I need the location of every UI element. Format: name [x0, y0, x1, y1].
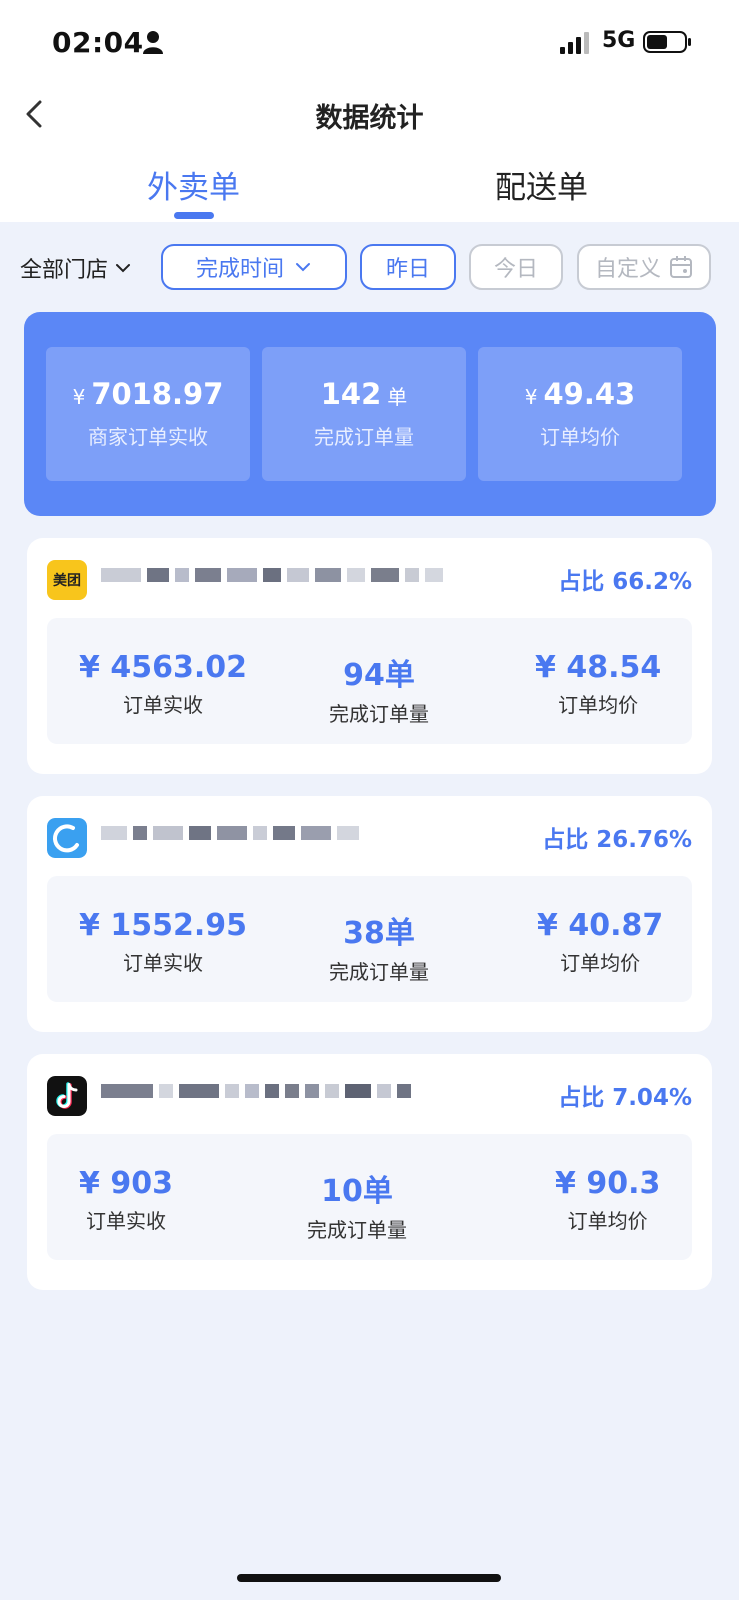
status-bar: 02:04 5G	[0, 0, 739, 84]
summary-avg: ¥49.43 订单均价	[478, 347, 682, 481]
stat-revenue-value: ¥ 4563.02	[79, 650, 247, 685]
custom-date-button[interactable]: 自定义	[577, 244, 711, 290]
stat-revenue: ¥ 4563.02 订单实收	[79, 650, 247, 718]
stat-orders: 38单 完成订单量	[329, 908, 429, 985]
stat-orders-label: 完成订单量	[329, 960, 429, 984]
stat-avg-label: 订单均价	[560, 951, 641, 975]
stat-avg-label: 订单均价	[567, 1209, 648, 1233]
platform-ratio: 占比 26.76%	[542, 827, 692, 853]
summary-orders: 142 单 完成订单量	[262, 347, 466, 481]
summary-avg-value: 49.43	[543, 377, 636, 411]
stat-revenue: ¥ 903 订单实收	[79, 1166, 173, 1234]
eleme-logo-icon	[47, 818, 87, 858]
stat-avg: ¥ 90.3 订单均价	[555, 1166, 660, 1234]
stat-orders-label: 完成订单量	[329, 702, 429, 726]
time-type-dropdown[interactable]: 完成时间	[161, 244, 347, 290]
stat-orders-value: 94单	[343, 658, 415, 693]
stat-avg-value: ¥ 40.87	[537, 908, 664, 943]
person-icon	[143, 31, 163, 54]
yesterday-button[interactable]: 昨日	[360, 244, 456, 290]
store-filter-dropdown[interactable]: 全部门店	[20, 252, 132, 284]
currency-symbol: ¥	[72, 385, 86, 409]
stat-revenue-value: ¥ 903	[79, 1166, 173, 1201]
platform-stats: ¥ 903 订单实收 10单 完成订单量 ¥ 90.3 订单均价	[47, 1134, 692, 1260]
summary-orders-unit: 单	[387, 385, 408, 409]
status-time: 02:04	[52, 26, 144, 59]
chevron-down-icon	[296, 263, 310, 272]
network-label: 5G	[602, 28, 636, 53]
meituan-logo-text: 美团	[53, 573, 81, 589]
stat-orders: 10单 完成订单量	[307, 1166, 407, 1243]
tab-delivery[interactable]: 配送单	[495, 162, 588, 207]
stat-avg-value: ¥ 48.54	[535, 650, 662, 685]
stat-avg: ¥ 40.87 订单均价	[537, 908, 663, 976]
store-filter-label: 全部门店	[20, 258, 109, 283]
home-indicator[interactable]	[237, 1574, 501, 1582]
stat-orders-label: 完成订单量	[307, 1218, 407, 1242]
stat-revenue-label: 订单实收	[85, 1209, 166, 1233]
stat-revenue-value: ¥ 1552.95	[79, 908, 247, 943]
summary-avg-label: 订单均价	[540, 425, 620, 449]
stat-orders-value: 10单	[321, 1174, 393, 1209]
platform-card-meituan[interactable]: 美团 占比 66.2% ¥ 4563.02 订单实收 94单 完成订单量 ¥ 4…	[27, 538, 712, 774]
platform-ratio: 占比 7.04%	[558, 1085, 692, 1111]
stat-avg: ¥ 48.54 订单均价	[535, 650, 661, 718]
platform-stats: ¥ 1552.95 订单实收 38单 完成订单量 ¥ 40.87 订单均价	[47, 876, 692, 1002]
platform-stats: ¥ 4563.02 订单实收 94单 完成订单量 ¥ 48.54 订单均价	[47, 618, 692, 744]
stat-revenue: ¥ 1552.95 订单实收	[79, 908, 247, 976]
stat-orders-value: 38单	[343, 916, 415, 951]
currency-symbol: ¥	[524, 385, 538, 409]
summary-revenue-label: 商家订单实收	[88, 425, 208, 449]
platform-card-eleme[interactable]: 占比 26.76% ¥ 1552.95 订单实收 38单 完成订单量 ¥ 40.…	[27, 796, 712, 1032]
time-type-label: 完成时间	[195, 257, 284, 282]
stat-revenue-label: 订单实收	[122, 951, 203, 975]
active-tab-indicator	[174, 212, 214, 219]
stat-avg-value: ¥ 90.3	[555, 1166, 661, 1201]
stat-orders: 94单 完成订单量	[329, 650, 429, 727]
douyin-logo-icon	[47, 1076, 87, 1116]
platform-card-douyin[interactable]: 占比 7.04% ¥ 903 订单实收 10单 完成订单量 ¥ 90.3 订单均…	[27, 1054, 712, 1290]
stat-revenue-label: 订单实收	[122, 693, 203, 717]
chevron-down-icon	[116, 264, 131, 273]
today-button[interactable]: 今日	[469, 244, 563, 290]
custom-date-label: 自定义	[594, 257, 661, 282]
summary-revenue: ¥7018.97 商家订单实收	[46, 347, 250, 481]
platform-ratio: 占比 66.2%	[558, 569, 692, 595]
tab-takeout[interactable]: 外卖单	[147, 162, 240, 207]
summary-orders-label: 完成订单量	[314, 425, 414, 449]
store-name-blurred	[101, 568, 449, 582]
meituan-logo: 美团	[47, 560, 87, 600]
summary-revenue-value: 7018.97	[91, 377, 224, 411]
page-title: 数据统计	[315, 103, 424, 134]
summary-orders-value: 142	[320, 377, 382, 411]
battery-icon	[643, 31, 691, 53]
store-name-blurred	[101, 1084, 417, 1098]
store-name-blurred	[101, 826, 365, 840]
signal-icon	[560, 32, 589, 54]
summary-card: ¥7018.97 商家订单实收 142 单 完成订单量 ¥49.43 订单均价	[24, 312, 716, 516]
calendar-icon	[670, 256, 692, 278]
stat-avg-label: 订单均价	[558, 693, 639, 717]
